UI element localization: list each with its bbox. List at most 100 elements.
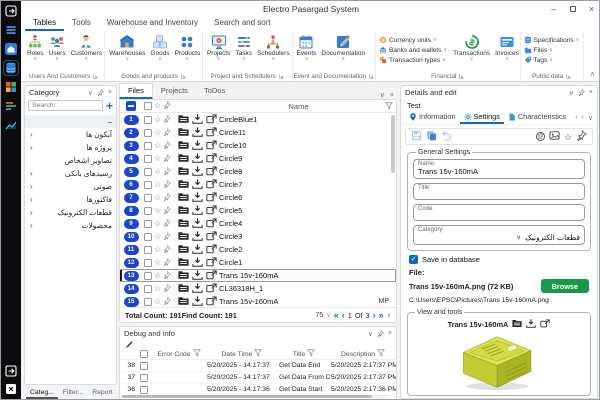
- expander-icon[interactable]: ›: [30, 208, 38, 217]
- database-icon[interactable]: [5, 62, 17, 74]
- row-checkbox[interactable]: [144, 207, 152, 215]
- pin-icon[interactable]: [576, 130, 587, 143]
- transaction-types-button[interactable]: Transaction types ∨: [379, 56, 447, 64]
- pin-icon[interactable]: [163, 128, 171, 138]
- dialog-launcher-icon[interactable]: [279, 74, 284, 79]
- mention-icon[interactable]: @: [536, 132, 545, 141]
- pin-icon[interactable]: [163, 101, 171, 111]
- pin-icon[interactable]: [97, 89, 104, 96]
- tab-filter[interactable]: Filter...: [59, 388, 87, 399]
- tab-todos[interactable]: ToDos: [196, 84, 233, 99]
- chevron-down-icon[interactable]: ∨: [387, 312, 391, 319]
- file-row[interactable]: 2☆Circle11: [120, 126, 396, 139]
- row-checkbox[interactable]: [144, 272, 152, 280]
- tab-report[interactable]: Report: [88, 388, 116, 399]
- home-icon[interactable]: [5, 43, 17, 55]
- page-size[interactable]: 75: [316, 312, 324, 319]
- star-icon[interactable]: ☆: [154, 285, 161, 293]
- select-all-checkbox[interactable]: [140, 350, 148, 358]
- mosaic-icon[interactable]: [5, 81, 17, 93]
- tab-information[interactable]: Information: [405, 111, 460, 124]
- file-row[interactable]: 10☆Circle3: [120, 230, 396, 243]
- star-icon[interactable]: ☆: [154, 298, 161, 306]
- pin-icon[interactable]: [163, 167, 171, 177]
- pin-icon[interactable]: [163, 206, 171, 216]
- trend-chart-icon[interactable]: [5, 119, 17, 131]
- folder-icon[interactable]: [178, 179, 189, 191]
- star-icon[interactable]: ☆: [154, 102, 161, 110]
- row-checkbox[interactable]: [144, 155, 152, 163]
- category-tree-item[interactable]: ›محصولات: [25, 219, 116, 232]
- pin-icon[interactable]: [163, 245, 171, 255]
- chevron-down-icon[interactable]: ∨: [88, 89, 93, 97]
- save-icon[interactable]: [411, 130, 422, 143]
- schedulers-button[interactable]: Schedulers ∨: [255, 34, 292, 61]
- file-row[interactable]: 11☆Circle2: [120, 243, 396, 256]
- pin-icon[interactable]: [163, 219, 171, 229]
- tab-settings[interactable]: Settings: [460, 111, 504, 124]
- chevron-down-icon[interactable]: ∨: [326, 312, 330, 319]
- chevron-down-icon[interactable]: ∨: [368, 330, 373, 338]
- star-icon[interactable]: ☆: [154, 220, 161, 228]
- ribbon-tab-search[interactable]: Search and sort: [206, 16, 278, 31]
- undo-icon[interactable]: [441, 130, 452, 143]
- folder-icon[interactable]: [178, 244, 189, 256]
- folder-icon[interactable]: [178, 192, 189, 204]
- banks-wallets-button[interactable]: Banks and wallets ∨: [379, 46, 447, 54]
- download-icon[interactable]: [192, 140, 203, 152]
- tab-projects[interactable]: Projects: [153, 84, 196, 99]
- star-icon[interactable]: ☆: [154, 129, 161, 137]
- category-search-input[interactable]: [28, 100, 103, 111]
- category-select[interactable]: Category: ∨ قطعات الکترونیک: [413, 225, 585, 245]
- close-icon[interactable]: ×: [582, 2, 600, 17]
- row-checkbox[interactable]: [144, 246, 152, 254]
- category-tree-item[interactable]: ›رسیدهای بانکی: [25, 167, 116, 180]
- file-row[interactable]: 8☆Circle5: [120, 204, 396, 217]
- tab-characteristics[interactable]: Characteristics: [504, 111, 570, 124]
- filter-funnel-icon[interactable]: [307, 349, 315, 359]
- category-tree-item[interactable]: ›آیکون ها: [25, 128, 116, 141]
- clear-log-icon[interactable]: [124, 339, 133, 350]
- pin-icon[interactable]: [163, 193, 171, 203]
- expander-icon[interactable]: ›: [30, 169, 38, 178]
- prev-page-icon[interactable]: ‹: [342, 311, 345, 320]
- browse-button[interactable]: Browse: [541, 279, 589, 293]
- transactions-button[interactable]: Transactions ∨: [451, 34, 492, 61]
- next-page-icon[interactable]: ›: [373, 311, 376, 320]
- documentation-button[interactable]: Documentation ∨: [319, 34, 367, 61]
- star-icon[interactable]: ☆: [154, 155, 161, 163]
- ribbon-tab-warehouse[interactable]: Warehouse and Inventory: [99, 16, 206, 31]
- row-checkbox[interactable]: [144, 116, 152, 124]
- row-checkbox[interactable]: [140, 362, 148, 370]
- row-checkbox[interactable]: [140, 386, 148, 394]
- error-code-header[interactable]: Error Code: [157, 351, 190, 358]
- category-tree-item[interactable]: ›قطعات الکترونیک: [25, 206, 116, 219]
- download-icon[interactable]: [192, 283, 203, 295]
- tab-files[interactable]: Files: [119, 83, 153, 99]
- debug-row[interactable]: 385/20/2025 - 14:17:37Get Data End5/20/2…: [120, 360, 396, 372]
- chevron-down-icon[interactable]: ∨: [569, 89, 574, 97]
- file-row[interactable]: 1☆CircleBlue1: [120, 113, 396, 126]
- horizontal-scrollbar[interactable]: [122, 395, 388, 398]
- download-icon[interactable]: [192, 127, 203, 139]
- row-checkbox[interactable]: [144, 181, 152, 189]
- row-checkbox[interactable]: [144, 129, 152, 137]
- file-row[interactable]: 14☆CL36318H_1: [120, 282, 396, 295]
- title-header[interactable]: Title: [293, 351, 306, 358]
- pin-icon[interactable]: [163, 141, 171, 151]
- pin-icon[interactable]: [163, 154, 171, 164]
- expander-icon[interactable]: ›: [30, 143, 38, 152]
- download-icon[interactable]: [192, 114, 203, 126]
- pin-icon[interactable]: [163, 271, 171, 281]
- currency-units-button[interactable]: Currency units ∨: [379, 36, 447, 44]
- description-header[interactable]: Description: [341, 351, 375, 358]
- row-checkbox[interactable]: [144, 142, 152, 150]
- select-all-checkbox[interactable]: [144, 102, 152, 110]
- pin-icon[interactable]: [163, 115, 171, 125]
- download-icon[interactable]: [192, 270, 203, 282]
- folder-icon[interactable]: [178, 127, 189, 139]
- products-button[interactable]: Products ∨: [173, 34, 203, 61]
- file-row[interactable]: 5☆Circle8: [120, 165, 396, 178]
- export-icon[interactable]: [5, 365, 17, 377]
- tab-category[interactable]: Categ...: [26, 388, 58, 399]
